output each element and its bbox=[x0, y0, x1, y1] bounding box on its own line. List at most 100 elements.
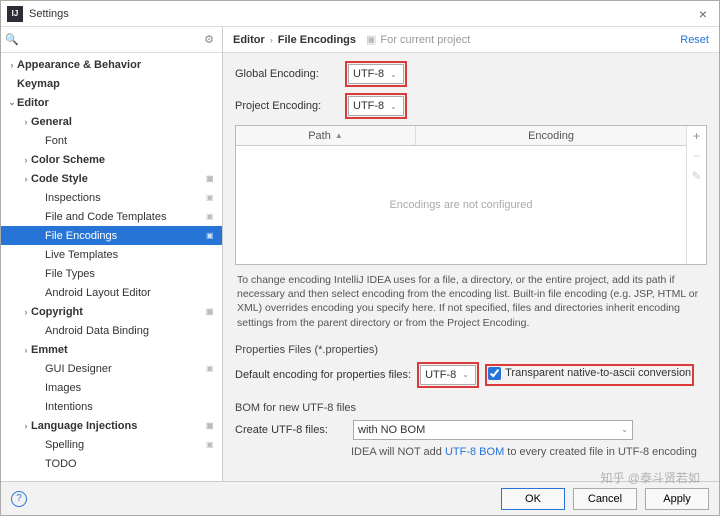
sidebar-item-todo[interactable]: TODO bbox=[1, 454, 222, 473]
sidebar-item-gui-designer[interactable]: GUI Designer▣ bbox=[1, 359, 222, 378]
sidebar-item-font[interactable]: Font bbox=[1, 131, 222, 150]
project-encoding-dropdown[interactable]: UTF-8 ⌄ bbox=[348, 96, 404, 116]
search-row: 🔍 ⚙ bbox=[1, 27, 222, 53]
settings-tree: ›Appearance & BehaviorKeymap⌄Editor›Gene… bbox=[1, 53, 222, 481]
col-path[interactable]: Path ▲ bbox=[236, 126, 416, 145]
sidebar-item-language-injections[interactable]: ›Language Injections▣ bbox=[1, 416, 222, 435]
apply-button[interactable]: Apply bbox=[645, 488, 709, 510]
sidebar-item-images[interactable]: Images bbox=[1, 378, 222, 397]
sidebar-item-inspections[interactable]: Inspections▣ bbox=[1, 188, 222, 207]
global-encoding-label: Global Encoding: bbox=[235, 68, 339, 80]
highlight-props-dd: UTF-8 ⌄ bbox=[417, 362, 479, 388]
edit-button[interactable]: ✎ bbox=[687, 166, 706, 186]
sidebar-item-label: File and Code Templates bbox=[45, 211, 206, 223]
reset-link[interactable]: Reset bbox=[680, 34, 709, 46]
sidebar-item-keymap[interactable]: Keymap bbox=[1, 74, 222, 93]
chevron-down-icon: ⌄ bbox=[621, 425, 628, 434]
chevron-right-icon: › bbox=[21, 421, 31, 431]
native-ascii-label: Transparent native-to-ascii conversion bbox=[505, 367, 691, 379]
sidebar-item-label: GUI Designer bbox=[45, 363, 206, 375]
sidebar-item-spelling[interactable]: Spelling▣ bbox=[1, 435, 222, 454]
sidebar-item-label: Font bbox=[45, 135, 216, 147]
project-badge-icon: ▣ bbox=[206, 193, 216, 203]
sort-asc-icon: ▲ bbox=[335, 131, 343, 140]
remove-button[interactable]: − bbox=[687, 146, 706, 166]
sidebar-item-editor[interactable]: ⌄Editor bbox=[1, 93, 222, 112]
highlight-project: UTF-8 ⌄ bbox=[345, 93, 407, 119]
help-icon[interactable]: ? bbox=[11, 491, 27, 507]
sidebar-item-label: Emmet bbox=[31, 344, 216, 356]
sidebar-item-live-templates[interactable]: Live Templates bbox=[1, 245, 222, 264]
search-input[interactable] bbox=[19, 32, 200, 48]
sidebar-item-copyright[interactable]: ›Copyright▣ bbox=[1, 302, 222, 321]
native-ascii-checkbox-wrap: Transparent native-to-ascii conversion bbox=[488, 367, 691, 380]
sidebar-item-code-style[interactable]: ›Code Style▣ bbox=[1, 169, 222, 188]
sidebar-item-label: File Encodings bbox=[45, 230, 206, 242]
cancel-button[interactable]: Cancel bbox=[573, 488, 637, 510]
sidebar-item-general[interactable]: ›General bbox=[1, 112, 222, 131]
sidebar-item-label: TODO bbox=[45, 458, 216, 470]
chevron-down-icon: ⌄ bbox=[390, 70, 397, 79]
sidebar-item-label: Editor bbox=[17, 97, 216, 109]
close-icon[interactable]: × bbox=[693, 6, 713, 22]
chevron-right-icon: › bbox=[270, 35, 273, 45]
chevron-down-icon: ⌄ bbox=[462, 370, 469, 379]
project-badge-icon: ▣ bbox=[206, 364, 216, 374]
sidebar-item-label: Intentions bbox=[45, 401, 216, 413]
global-encoding-dropdown[interactable]: UTF-8 ⌄ bbox=[348, 64, 404, 84]
project-badge-icon: ▣ bbox=[206, 231, 216, 241]
breadcrumb-row: Editor › File Encodings ▣ For current pr… bbox=[223, 27, 719, 53]
sidebar-item-appearance-behavior[interactable]: ›Appearance & Behavior bbox=[1, 55, 222, 74]
table-header: Path ▲ Encoding bbox=[236, 126, 686, 146]
bom-note-a: IDEA will NOT add bbox=[351, 446, 445, 458]
sidebar-item-android-data-binding[interactable]: Android Data Binding bbox=[1, 321, 222, 340]
sidebar-item-file-encodings[interactable]: File Encodings▣ bbox=[1, 226, 222, 245]
sidebar: 🔍 ⚙ ›Appearance & BehaviorKeymap⌄Editor›… bbox=[1, 27, 223, 481]
bom-dropdown[interactable]: with NO BOM ⌄ bbox=[353, 420, 633, 440]
help-text: To change encoding IntelliJ IDEA uses fo… bbox=[235, 273, 707, 330]
properties-section-title: Properties Files (*.properties) bbox=[235, 344, 707, 356]
sidebar-item-label: Appearance & Behavior bbox=[17, 59, 216, 71]
project-hint: ▣ For current project bbox=[366, 33, 470, 46]
col-encoding[interactable]: Encoding bbox=[416, 126, 686, 145]
chevron-down-icon: ⌄ bbox=[7, 97, 17, 108]
sidebar-item-label: Code Style bbox=[31, 173, 206, 185]
sidebar-item-intentions[interactable]: Intentions bbox=[1, 397, 222, 416]
sidebar-item-label: Language Injections bbox=[31, 420, 206, 432]
sidebar-item-android-layout-editor[interactable]: Android Layout Editor bbox=[1, 283, 222, 302]
sidebar-item-label: File Types bbox=[45, 268, 216, 280]
sidebar-item-label: Images bbox=[45, 382, 216, 394]
main: 🔍 ⚙ ›Appearance & BehaviorKeymap⌄Editor›… bbox=[1, 27, 719, 481]
project-encoding-label: Project Encoding: bbox=[235, 100, 339, 112]
project-badge-icon: ▣ bbox=[206, 174, 216, 184]
properties-encoding-dropdown[interactable]: UTF-8 ⌄ bbox=[420, 365, 476, 385]
encodings-table: Path ▲ Encoding Encodings are not config… bbox=[235, 125, 707, 265]
titlebar: IJ Settings × bbox=[1, 1, 719, 27]
sidebar-item-file-types[interactable]: File Types bbox=[1, 264, 222, 283]
project-icon: ▣ bbox=[366, 33, 376, 46]
chevron-down-icon: ⌄ bbox=[390, 102, 397, 111]
table-empty-text: Encodings are not configured bbox=[236, 146, 686, 264]
native-ascii-checkbox[interactable] bbox=[488, 367, 501, 380]
project-encoding-value: UTF-8 bbox=[353, 100, 384, 112]
add-button[interactable]: + bbox=[687, 126, 706, 146]
chevron-right-icon: › bbox=[21, 155, 31, 165]
properties-encoding-label: Default encoding for properties files: bbox=[235, 369, 411, 381]
highlight-props-check: Transparent native-to-ascii conversion bbox=[485, 364, 694, 386]
content: Editor › File Encodings ▣ For current pr… bbox=[223, 27, 719, 481]
search-icon: 🔍 bbox=[5, 33, 19, 46]
sidebar-item-label: Keymap bbox=[17, 78, 216, 90]
bom-note-b: to every created file in UTF-8 encoding bbox=[504, 446, 697, 458]
gear-icon[interactable]: ⚙ bbox=[200, 33, 218, 46]
sidebar-item-label: Copyright bbox=[31, 306, 206, 318]
content-body: Global Encoding: UTF-8 ⌄ Project Encodin… bbox=[223, 53, 719, 481]
table-actions: + − ✎ bbox=[686, 126, 706, 264]
breadcrumb-a: Editor bbox=[233, 34, 265, 46]
sidebar-item-color-scheme[interactable]: ›Color Scheme bbox=[1, 150, 222, 169]
sidebar-item-file-and-code-templates[interactable]: File and Code Templates▣ bbox=[1, 207, 222, 226]
bom-link[interactable]: UTF-8 BOM bbox=[445, 446, 504, 458]
global-encoding-row: Global Encoding: UTF-8 ⌄ bbox=[235, 61, 707, 87]
ok-button[interactable]: OK bbox=[501, 488, 565, 510]
footer: ? OK Cancel Apply bbox=[1, 481, 719, 515]
sidebar-item-emmet[interactable]: ›Emmet bbox=[1, 340, 222, 359]
